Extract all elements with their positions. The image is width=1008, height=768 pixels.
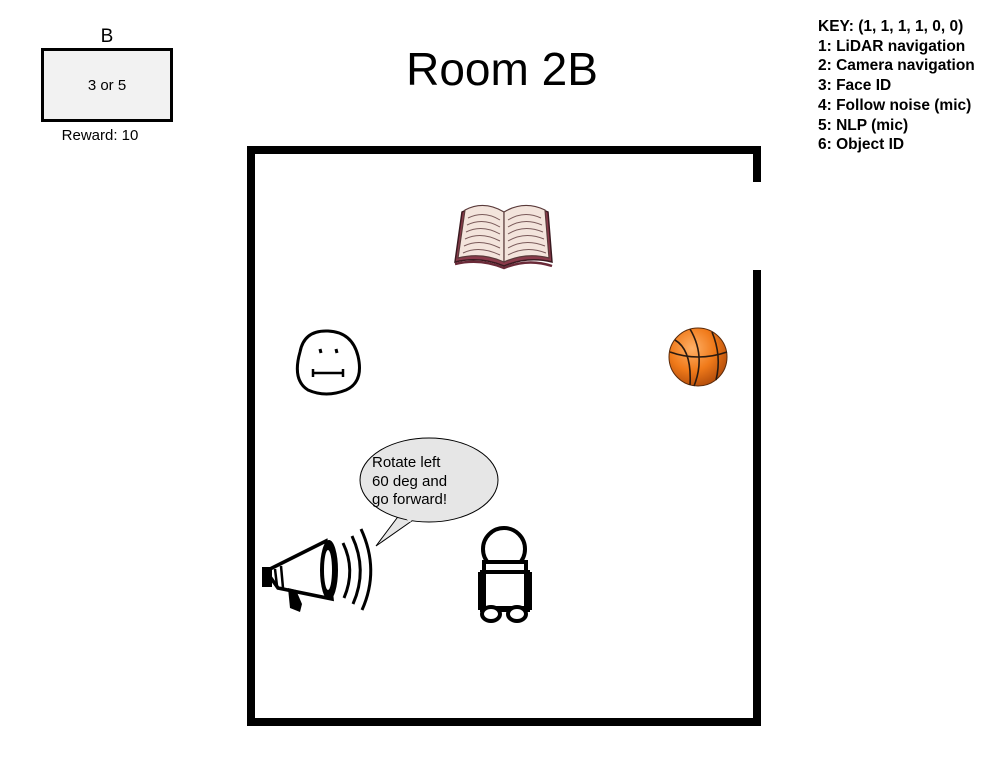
room-scene — [247, 146, 761, 726]
speech-line-2: 60 deg and — [372, 472, 448, 490]
basketball-icon — [668, 327, 728, 387]
speech-line-1: Rotate left — [372, 454, 441, 471]
face-icon — [295, 329, 361, 396]
robot-icon — [478, 526, 532, 623]
book-icon — [454, 204, 553, 270]
speech-text: Rotate left 60 deg and go forward! — [372, 454, 488, 510]
megaphone-icon — [262, 528, 373, 612]
speech-line-3: go forward! — [372, 491, 448, 508]
